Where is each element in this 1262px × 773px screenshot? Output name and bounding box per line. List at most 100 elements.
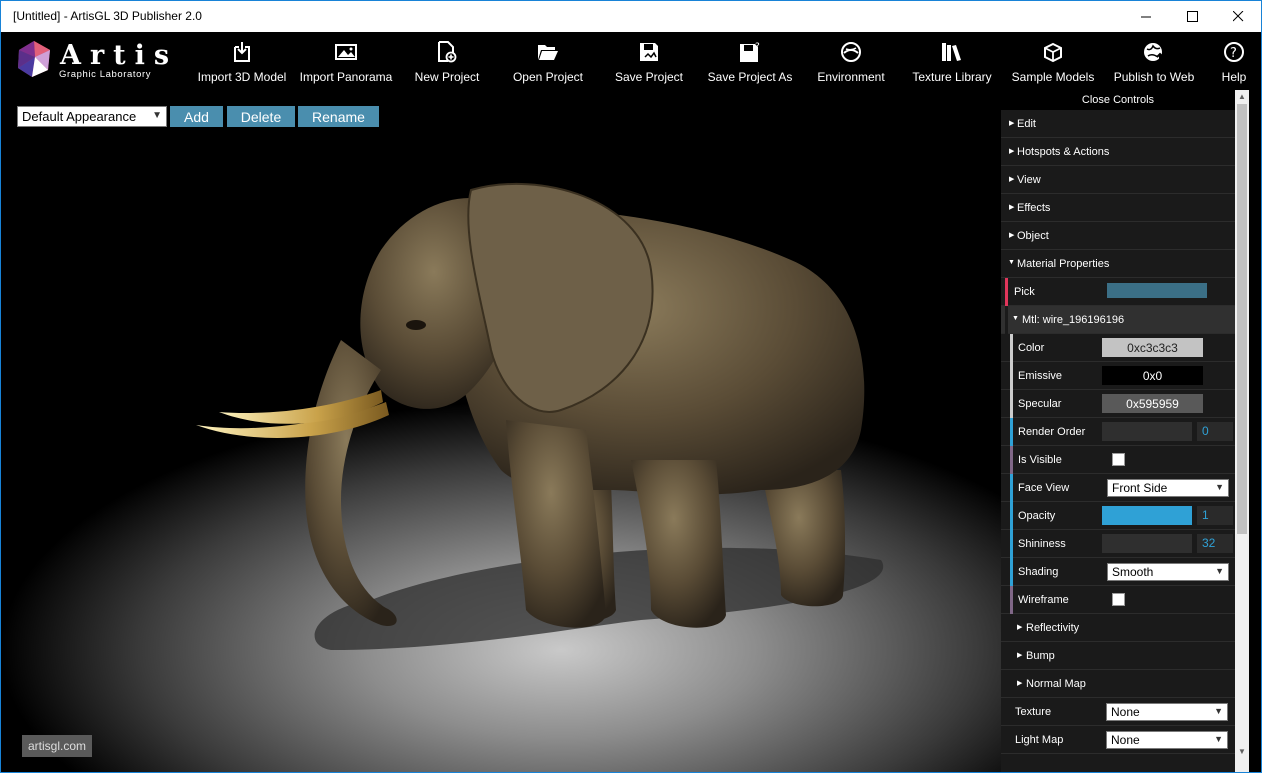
sample-models-icon [1044, 42, 1062, 63]
specular-row[interactable]: Specular 0x595959 [1001, 390, 1235, 418]
row-marker [1010, 530, 1013, 558]
color-swatch[interactable]: 0xc3c3c3 [1102, 338, 1203, 357]
emissive-label: Emissive [1018, 370, 1063, 382]
opacity-input[interactable]: 1 [1197, 506, 1233, 525]
opacity-row[interactable]: Opacity 1 [1001, 502, 1235, 530]
texture-value: None [1111, 705, 1140, 719]
appearance-select[interactable]: Default Appearance ▼ [17, 106, 167, 127]
toolbar-label: Environment [817, 70, 885, 84]
scrollbar-thumb[interactable] [1237, 104, 1247, 534]
texture-library-icon [942, 43, 961, 61]
open-project-button[interactable]: Open Project [498, 32, 598, 90]
caret-down-icon: ▼ [1012, 315, 1019, 322]
wireframe-row[interactable]: Wireframe [1001, 586, 1235, 614]
folder-reflectivity[interactable]: ▶ Reflectivity [1001, 614, 1235, 642]
light-map-row[interactable]: Light Map None ▼ [1001, 726, 1235, 754]
row-marker [1010, 586, 1013, 614]
folder-material[interactable]: ▼ Mtl: wire_196196196 [1001, 306, 1235, 334]
elephant-model[interactable] [1, 90, 1001, 773]
scroll-up-icon[interactable]: ▲ [1235, 90, 1249, 104]
close-button[interactable] [1215, 1, 1261, 32]
folder-label: Hotspots & Actions [1017, 146, 1110, 158]
save-project-button[interactable]: Save Project [599, 32, 699, 90]
color-label: Color [1018, 342, 1045, 354]
title-bar: [Untitled] - ArtisGL 3D Publisher 2.0 [1, 1, 1261, 32]
artis-logo: Artis Graphic Laboratory [15, 40, 169, 84]
folder-normal-map[interactable]: ▶ Normal Map [1001, 670, 1235, 698]
controls-panel: Close Controls ▶ Edit ▶ Hotspots & Actio… [1001, 90, 1235, 772]
opacity-label: Opacity [1018, 510, 1056, 522]
environment-button[interactable]: Environment [801, 32, 901, 90]
pick-button[interactable] [1107, 283, 1207, 298]
render-order-row[interactable]: Render Order 0 [1001, 418, 1235, 446]
caret-right-icon: ▶ [1009, 176, 1015, 183]
minimize-button[interactable] [1123, 1, 1169, 32]
scroll-down-icon[interactable]: ▼ [1235, 745, 1249, 759]
sample-models-button[interactable]: Sample Models [1003, 32, 1103, 90]
emissive-swatch[interactable]: 0x0 [1102, 366, 1203, 385]
folder-object[interactable]: ▶ Object [1001, 222, 1235, 250]
is-visible-checkbox[interactable] [1112, 453, 1125, 466]
opacity-slider[interactable] [1102, 506, 1192, 525]
folder-edit[interactable]: ▶ Edit [1001, 110, 1235, 138]
import-3d-model-button[interactable]: Import 3D Model [191, 32, 293, 90]
shininess-row[interactable]: Shininess 32 [1001, 530, 1235, 558]
texture-row[interactable]: Texture None ▼ [1001, 698, 1235, 726]
face-view-label: Face View [1018, 482, 1070, 494]
toolbar-label: Import 3D Model [197, 70, 287, 84]
help-button[interactable]: ? Help [1207, 32, 1261, 90]
delete-appearance-button[interactable]: Delete [227, 106, 295, 127]
shading-row[interactable]: Shading Smooth ▼ [1001, 558, 1235, 586]
face-view-row[interactable]: Face View Front Side ▼ [1001, 474, 1235, 502]
chevron-down-icon: ▼ [152, 110, 162, 121]
render-order-input[interactable]: 0 [1197, 422, 1233, 441]
emissive-row[interactable]: Emissive 0x0 [1001, 362, 1235, 390]
minimize-icon [1140, 16, 1151, 18]
specular-swatch[interactable]: 0x595959 [1102, 394, 1203, 413]
folder-label: Mtl: wire_196196196 [1022, 314, 1125, 326]
caret-right-icon: ▶ [1009, 148, 1015, 155]
folder-material-properties[interactable]: ▼ Material Properties [1001, 250, 1235, 278]
folder-view[interactable]: ▶ View [1001, 166, 1235, 194]
folder-effects[interactable]: ▶ Effects [1001, 194, 1235, 222]
is-visible-row[interactable]: Is Visible [1001, 446, 1235, 474]
light-map-select[interactable]: None ▼ [1106, 731, 1228, 749]
wireframe-checkbox[interactable] [1112, 593, 1125, 606]
maximize-button[interactable] [1169, 1, 1215, 32]
panel-scrollbar[interactable]: ▲ ▼ [1235, 90, 1249, 772]
face-view-select[interactable]: Front Side ▼ [1107, 479, 1229, 497]
caret-right-icon: ▶ [1009, 232, 1015, 239]
shininess-slider[interactable] [1102, 534, 1192, 553]
svg-text:?: ? [755, 42, 760, 52]
toolbar-label: Save Project [614, 70, 684, 84]
shading-select[interactable]: Smooth ▼ [1107, 563, 1229, 581]
render-order-slider[interactable] [1102, 422, 1192, 441]
toolbar-label: Save Project As [707, 70, 793, 84]
texture-select[interactable]: None ▼ [1106, 703, 1228, 721]
light-map-label: Light Map [1015, 734, 1064, 746]
new-project-button[interactable]: New Project [397, 32, 497, 90]
save-as-icon: ? [740, 42, 760, 62]
row-marker [1010, 502, 1013, 530]
shininess-input[interactable]: 32 [1197, 534, 1233, 553]
folder-label: View [1017, 174, 1041, 186]
3d-viewport[interactable]: Default Appearance ▼ Add Delete Rename a… [1, 90, 1001, 773]
add-appearance-button[interactable]: Add [170, 106, 223, 127]
is-visible-label: Is Visible [1018, 454, 1062, 466]
import-panorama-button[interactable]: Import Panorama [295, 32, 397, 90]
pick-row[interactable]: Pick [1001, 278, 1235, 306]
app-window: [Untitled] - ArtisGL 3D Publisher 2.0 Ar… [0, 0, 1262, 773]
rename-appearance-button[interactable]: Rename [298, 106, 379, 127]
chevron-down-icon: ▼ [1215, 566, 1224, 576]
color-row[interactable]: Color 0xc3c3c3 [1001, 334, 1235, 362]
texture-library-button[interactable]: Texture Library [902, 32, 1002, 90]
row-marker [1010, 474, 1013, 502]
save-project-as-button[interactable]: ? Save Project As [700, 32, 800, 90]
watermark[interactable]: artisgl.com [22, 735, 93, 757]
close-controls-button[interactable]: Close Controls [1001, 90, 1235, 110]
folder-bump[interactable]: ▶ Bump [1001, 642, 1235, 670]
logo-wordmark: Artis [60, 40, 179, 71]
caret-right-icon: ▶ [1009, 204, 1015, 211]
folder-hotspots-actions[interactable]: ▶ Hotspots & Actions [1001, 138, 1235, 166]
publish-to-web-button[interactable]: Publish to Web [1104, 32, 1204, 90]
